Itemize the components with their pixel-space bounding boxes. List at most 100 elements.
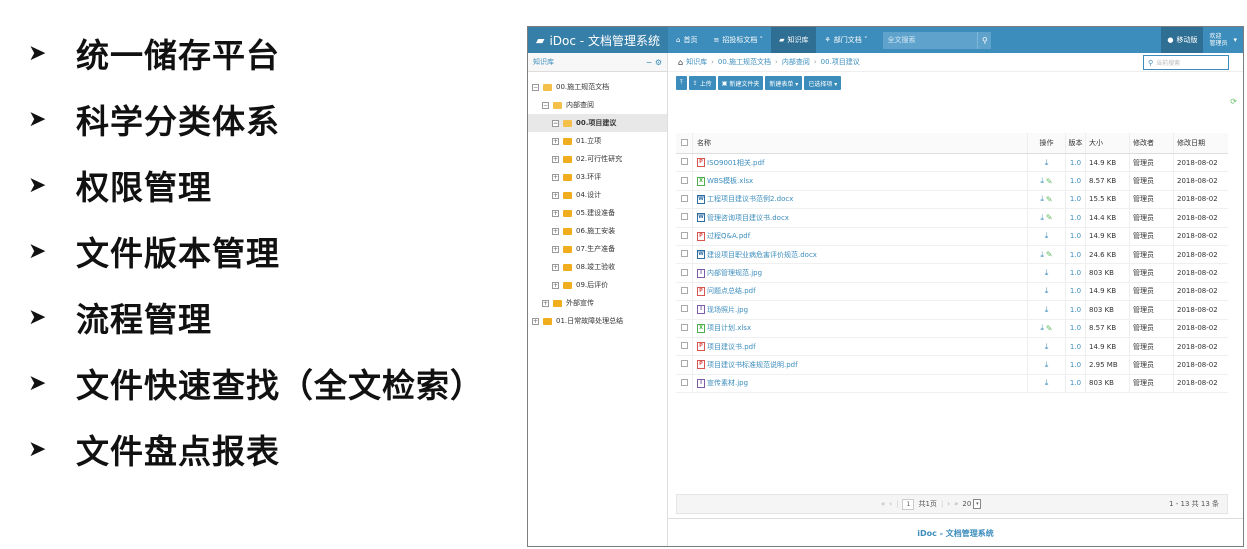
row-checkbox[interactable] bbox=[676, 286, 692, 296]
download-icon[interactable]: ⤓ bbox=[1040, 176, 1044, 186]
download-icon[interactable]: ⤓ bbox=[1045, 231, 1049, 241]
up-level-button[interactable]: ⤒ bbox=[676, 76, 687, 90]
file-name-link[interactable]: 建设项目职业病危害评价规范.docx bbox=[707, 250, 817, 260]
file-name-link[interactable]: 项目计划.xlsx bbox=[707, 323, 751, 333]
mobile-version-button[interactable]: ● 移动版 bbox=[1161, 27, 1204, 53]
tree-node[interactable]: +01.日常故障处理总结 bbox=[528, 312, 667, 330]
file-name-link[interactable]: 宣传素材.jpg bbox=[707, 378, 748, 388]
collapse-icon[interactable]: − bbox=[532, 83, 539, 91]
download-icon[interactable]: ⤓ bbox=[1045, 360, 1049, 370]
edit-icon[interactable]: ✎ bbox=[1046, 213, 1053, 222]
version-link[interactable]: 1.0 bbox=[1065, 282, 1085, 301]
table-row[interactable]: P 过程Q&A.pdf ⤓ 1.0 14.9 KB 管理员 2018-08-02 bbox=[676, 227, 1228, 246]
page-number-input[interactable]: 1 bbox=[902, 498, 915, 510]
tree-node[interactable]: − 内部查阅 bbox=[528, 96, 667, 114]
file-name-link[interactable]: 项目建议书.pdf bbox=[707, 342, 756, 352]
tree-node[interactable]: + 外部宣传 bbox=[528, 294, 667, 312]
file-name-link[interactable]: 现场照片.jpg bbox=[707, 305, 748, 315]
row-checkbox[interactable] bbox=[676, 268, 692, 278]
table-row[interactable]: I 内部管理规范.jpg ⤓ 1.0 803 KB 管理员 2018-08-02 bbox=[676, 264, 1228, 283]
table-row[interactable]: X 项目计划.xlsx ⤓ ✎ 1.0 8.57 KB 管理员 2018-08-02 bbox=[676, 319, 1228, 338]
row-checkbox[interactable] bbox=[676, 323, 692, 333]
table-row[interactable]: P ISO9001相关.pdf ⤓ 1.0 14.9 KB 管理员 2018-08-02 bbox=[676, 154, 1228, 173]
nav-home[interactable]: ⌂ 首页 bbox=[668, 27, 705, 53]
version-link[interactable]: 1.0 bbox=[1065, 301, 1085, 319]
download-icon[interactable]: ⤓ bbox=[1045, 286, 1049, 296]
collapse-icon[interactable]: − bbox=[542, 101, 549, 109]
row-checkbox[interactable] bbox=[676, 176, 692, 186]
expand-icon[interactable]: + bbox=[552, 263, 559, 271]
tree-node[interactable]: +05.建设准备 bbox=[528, 204, 667, 222]
version-link[interactable]: 1.0 bbox=[1065, 264, 1085, 282]
download-icon[interactable]: ⤓ bbox=[1045, 342, 1049, 352]
nav-bidding-docs[interactable]: ≡ 招投标文档 ˅ bbox=[705, 27, 771, 53]
table-row[interactable]: P 项目建议书.pdf ⤓ 1.0 14.9 KB 管理员 2018-08-02 bbox=[676, 337, 1228, 357]
fulltext-search-input[interactable] bbox=[883, 31, 978, 49]
tree-node[interactable]: +07.生产准备 bbox=[528, 240, 667, 258]
tree-node[interactable]: +03.环评 bbox=[528, 168, 667, 186]
edit-icon[interactable]: ✎ bbox=[1046, 177, 1053, 186]
file-name-link[interactable]: 问题点总结.pdf bbox=[707, 286, 756, 296]
current-search-input[interactable]: ⚲ 当前搜索 bbox=[1143, 55, 1229, 70]
version-link[interactable]: 1.0 bbox=[1065, 190, 1085, 209]
nav-department-docs[interactable]: ⚘ 部门文档 ˅ bbox=[816, 27, 875, 53]
tree-node[interactable]: +09.后评价 bbox=[528, 276, 667, 294]
row-checkbox[interactable] bbox=[676, 213, 692, 222]
first-page-button[interactable]: « bbox=[881, 500, 885, 508]
download-icon[interactable]: ⤓ bbox=[1045, 158, 1049, 168]
download-icon[interactable]: ⤓ bbox=[1045, 268, 1049, 278]
table-row[interactable]: I 现场照片.jpg ⤓ 1.0 803 KB 管理员 2018-08-02 bbox=[676, 301, 1228, 320]
tree-node[interactable]: − 00.项目建议 bbox=[528, 114, 667, 132]
select-all-checkbox[interactable] bbox=[676, 138, 692, 148]
row-checkbox[interactable] bbox=[676, 360, 692, 369]
breadcrumb-item[interactable]: 知识库 bbox=[686, 57, 707, 67]
download-icon[interactable]: ⤓ bbox=[1040, 323, 1044, 333]
prev-page-button[interactable]: ‹ bbox=[889, 500, 892, 508]
collapse-icon[interactable]: − bbox=[646, 58, 653, 67]
edit-icon[interactable]: ✎ bbox=[1046, 195, 1053, 204]
expand-icon[interactable]: + bbox=[542, 299, 549, 307]
expand-icon[interactable]: + bbox=[552, 155, 559, 163]
selected-items-button[interactable]: 已选择项 ▾ bbox=[804, 76, 842, 90]
file-name-link[interactable]: 项目建议书标准规范说明.pdf bbox=[707, 360, 798, 370]
version-link[interactable]: 1.0 bbox=[1065, 374, 1085, 393]
page-size-select[interactable]: 20 ▾ bbox=[962, 499, 982, 509]
tree-node[interactable]: +02.可行性研究 bbox=[528, 150, 667, 168]
upload-button[interactable]: ⇪ 上传 bbox=[688, 76, 716, 90]
breadcrumb-item[interactable]: 00.项目建议 bbox=[821, 57, 860, 67]
expand-icon[interactable]: + bbox=[552, 173, 559, 181]
tree-node[interactable]: +06.施工安装 bbox=[528, 222, 667, 240]
download-icon[interactable]: ⤓ bbox=[1045, 378, 1049, 388]
row-checkbox[interactable] bbox=[676, 231, 692, 241]
breadcrumb-item[interactable]: 00.施工规范文档 bbox=[718, 57, 771, 67]
header-ver[interactable]: 版本 bbox=[1065, 133, 1085, 153]
brand[interactable]: ▰ iDoc - 文档管理系统 bbox=[528, 27, 668, 53]
version-link[interactable]: 1.0 bbox=[1065, 172, 1085, 190]
download-icon[interactable]: ⤓ bbox=[1040, 194, 1044, 204]
version-link[interactable]: 1.0 bbox=[1065, 245, 1085, 264]
expand-icon[interactable]: + bbox=[552, 209, 559, 217]
next-page-button[interactable]: › bbox=[947, 500, 950, 508]
version-link[interactable]: 1.0 bbox=[1065, 154, 1085, 172]
table-row[interactable]: W 管理咨询项目建议书.docx ⤓ ✎ 1.0 14.4 KB 管理员 2018-08-02 bbox=[676, 209, 1228, 228]
tree-node[interactable]: +04.设计 bbox=[528, 186, 667, 204]
row-checkbox[interactable] bbox=[676, 378, 692, 388]
edit-icon[interactable]: ✎ bbox=[1046, 324, 1053, 333]
header-name[interactable]: 名称 bbox=[692, 133, 1027, 153]
new-form-button[interactable]: 新建表单 ▾ bbox=[765, 76, 803, 90]
table-row[interactable]: X WBS模板.xlsx ⤓ ✎ 1.0 8.57 KB 管理员 2018-08-02 bbox=[676, 172, 1228, 191]
row-checkbox[interactable] bbox=[676, 158, 692, 167]
row-checkbox[interactable] bbox=[676, 250, 692, 259]
table-row[interactable]: P 问题点总结.pdf ⤓ 1.0 14.9 KB 管理员 2018-08-02 bbox=[676, 282, 1228, 302]
version-link[interactable]: 1.0 bbox=[1065, 356, 1085, 374]
table-row[interactable]: P 项目建议书标准规范说明.pdf ⤓ 1.0 2.95 MB 管理员 2018-08-02 bbox=[676, 356, 1228, 375]
tree-node[interactable]: +01.立项 bbox=[528, 132, 667, 150]
table-row[interactable]: W 建设项目职业病危害评价规范.docx ⤓ ✎ 1.0 24.6 KB 管理员 2018-0… bbox=[676, 245, 1228, 265]
edit-icon[interactable]: ✎ bbox=[1046, 250, 1053, 259]
tree-node[interactable]: − 00.施工规范文档 bbox=[528, 78, 667, 96]
row-checkbox[interactable] bbox=[676, 342, 692, 351]
version-link[interactable]: 1.0 bbox=[1065, 319, 1085, 337]
last-page-button[interactable]: » bbox=[954, 500, 958, 508]
collapse-icon[interactable]: − bbox=[552, 119, 559, 127]
expand-icon[interactable]: + bbox=[552, 227, 559, 235]
